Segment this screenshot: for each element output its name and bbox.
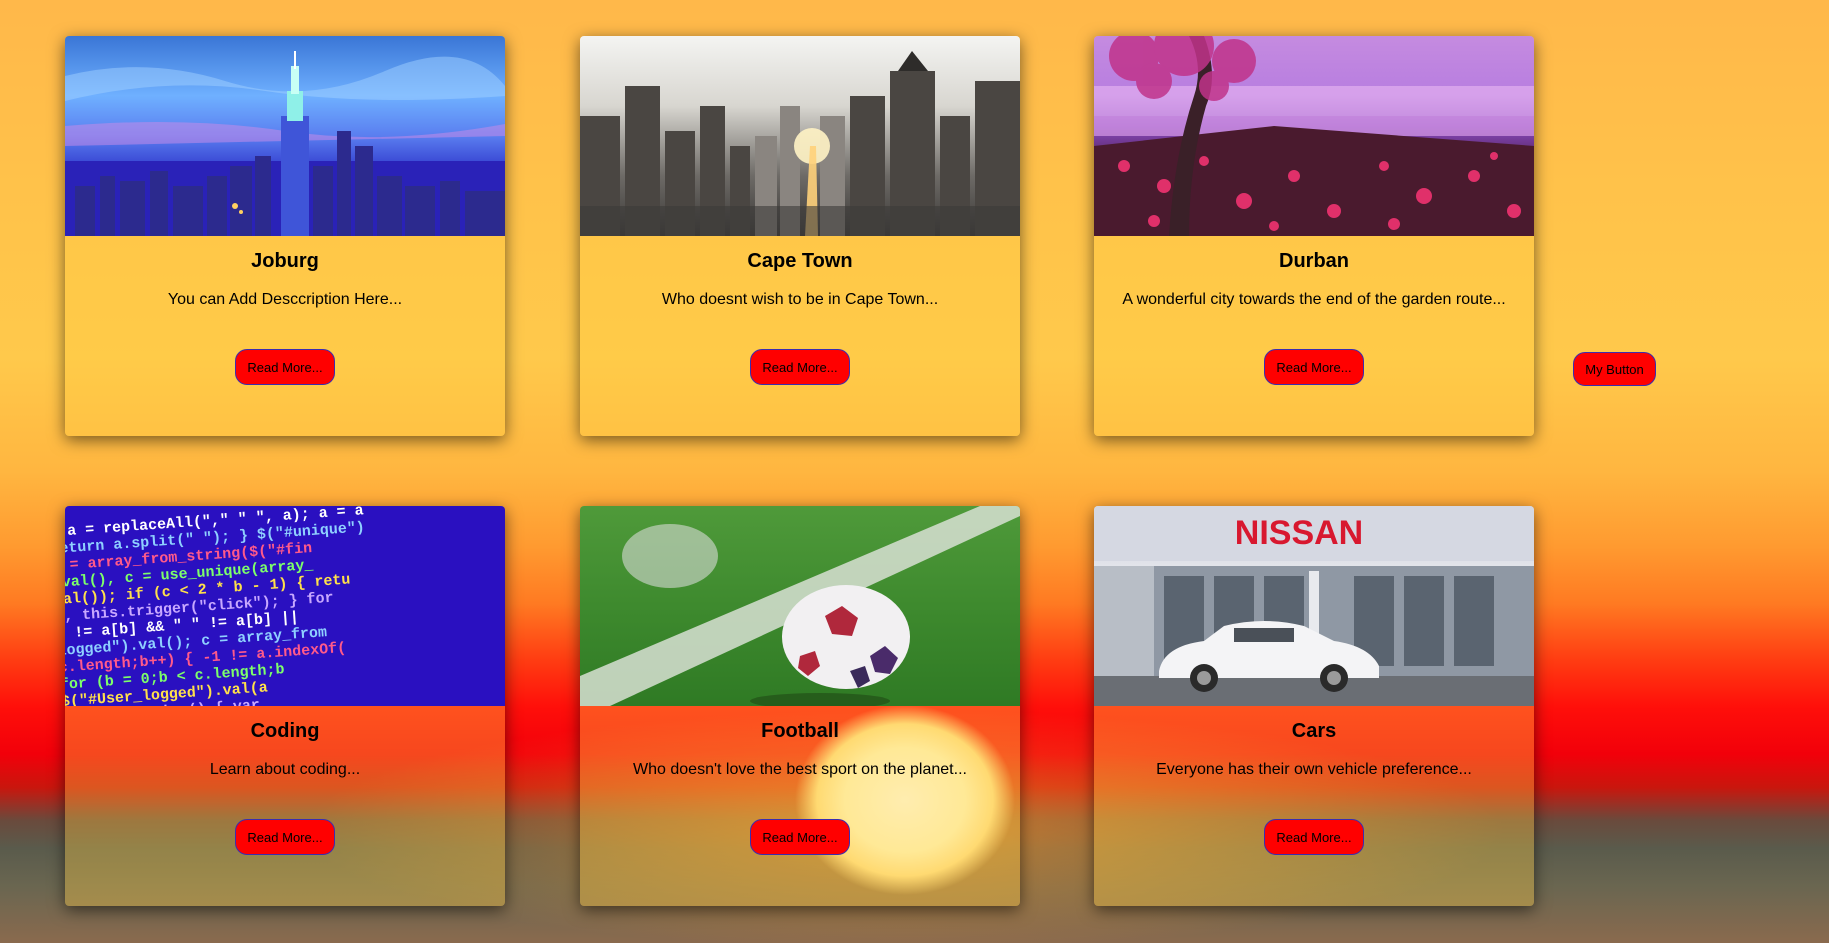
card-image-joburg (65, 36, 505, 236)
read-more-button[interactable]: Read More... (750, 819, 850, 855)
car-dealership-image: NISSAN (1094, 506, 1534, 706)
my-button[interactable]: My Button (1573, 352, 1656, 386)
read-more-button[interactable]: Read More... (235, 349, 335, 385)
card-title: Coding (250, 720, 320, 742)
card-image-durban (1094, 36, 1534, 236)
card-description: Everyone has their own vehicle preferenc… (1156, 761, 1472, 778)
city-skyline-image (65, 51, 505, 236)
card-image-cars: NISSAN (1094, 506, 1534, 706)
card-title: Joburg (251, 250, 319, 272)
card-description: Learn about coding... (209, 761, 361, 778)
card-description: A wonderful city towards the end of the … (1122, 291, 1506, 308)
card-cars: NISSAN Cars Everyone has their own vehic… (1094, 506, 1534, 906)
read-more-button[interactable]: Read More... (235, 819, 335, 855)
card-title: Cars (1291, 720, 1337, 742)
card-cape-town: Cape Town Who doesnt wish to be in Cape … (580, 36, 1020, 436)
card-image-football (580, 506, 1020, 706)
card-title: Football (761, 720, 839, 742)
soccer-ball-image (580, 506, 1020, 706)
read-more-button[interactable]: Read More... (1264, 349, 1364, 385)
card-image-coding: ; a = replaceAll("," " ", a); a = a retur… (65, 506, 505, 706)
nissan-sign: NISSAN (1235, 514, 1363, 552)
read-more-button[interactable]: Read More... (1264, 819, 1364, 855)
purple-lake-image (1094, 36, 1534, 236)
card-title: Durban (1279, 250, 1349, 272)
card-image-cape-town (580, 36, 1020, 236)
city-street-image (580, 51, 1020, 236)
card-durban: Durban A wonderful city towards the end … (1094, 36, 1534, 436)
card-description: Who doesn't love the best sport on the p… (633, 761, 967, 778)
card-joburg: Joburg You can Add Desccription Here... … (65, 36, 505, 436)
card-title: Cape Town (747, 250, 853, 272)
card-description: You can Add Desccription Here... (167, 291, 403, 308)
card-description: Who doesnt wish to be in Cape Town... (661, 291, 939, 308)
empire-state-building (281, 51, 309, 236)
code-screen-image: ; a = replaceAll("," " ", a); a = aretur… (65, 506, 365, 706)
soccer-ball (782, 585, 910, 689)
card-football: Football Who doesn't love the best sport… (580, 506, 1020, 906)
card-coding: ; a = replaceAll("," " ", a); a = a retur… (65, 506, 505, 906)
read-more-button[interactable]: Read More... (750, 349, 850, 385)
